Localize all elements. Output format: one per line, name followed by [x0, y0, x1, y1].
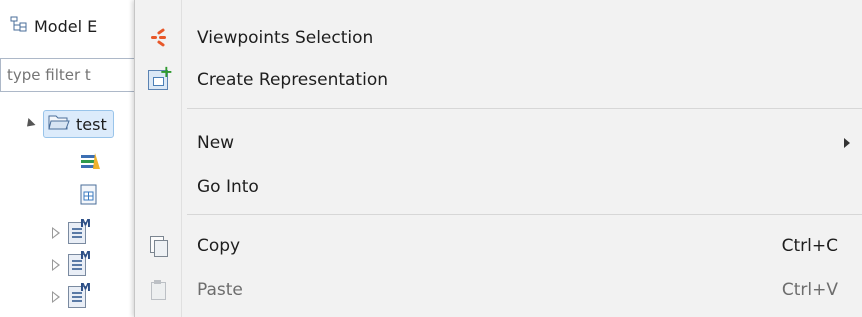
menu-item-create-representation[interactable]: Create Representation — [135, 58, 862, 102]
menu-separator — [187, 214, 862, 215]
view-header[interactable]: Model E — [10, 12, 97, 40]
menu-item-viewpoints-selection[interactable]: Viewpoints Selection — [135, 16, 862, 60]
view-title: Model E — [34, 16, 98, 36]
menu-separator — [187, 108, 862, 109]
menu-item-accelerator: Ctrl+C — [781, 236, 838, 256]
context-menu: Viewpoints Selection Create Representati… — [134, 0, 862, 317]
model-explorer-view: Model E test — [0, 0, 140, 317]
tree-root-label: test — [76, 114, 107, 134]
tree-root-item[interactable]: test — [23, 110, 114, 138]
menu-item-copy[interactable]: Copy Ctrl+C — [135, 224, 862, 268]
menu-item-new[interactable]: New — [135, 121, 862, 165]
menu-item-paste[interactable]: Paste Ctrl+V — [135, 268, 862, 312]
folder-icon — [48, 113, 70, 135]
model-explorer-icon — [10, 16, 28, 36]
tree-item-aird[interactable] — [80, 151, 102, 175]
menu-item-label: Go Into — [197, 177, 259, 197]
model-file-icon: M — [68, 249, 91, 276]
menu-item-label: Create Representation — [197, 70, 389, 90]
expand-icon[interactable] — [52, 291, 60, 303]
tree-item-model-1[interactable]: M — [52, 217, 91, 244]
tree-root-selection[interactable]: test — [43, 110, 114, 138]
diagram-file-icon — [80, 184, 98, 210]
tree-item-model-2[interactable]: M — [52, 249, 91, 276]
paste-icon — [150, 280, 166, 300]
expand-icon[interactable] — [52, 227, 60, 239]
filter-input[interactable] — [0, 58, 140, 92]
create-representation-icon — [148, 62, 173, 90]
menu-item-label: Viewpoints Selection — [197, 28, 374, 48]
model-file-icon: M — [68, 281, 91, 308]
representations-icon — [80, 151, 102, 175]
menu-item-label: Copy — [197, 236, 241, 256]
menu-item-accelerator: Ctrl+V — [781, 280, 838, 300]
menu-item-label: Paste — [197, 280, 243, 300]
viewpoints-icon — [149, 27, 167, 48]
collapse-toggle-icon[interactable] — [23, 117, 36, 131]
menu-item-label: New — [197, 133, 235, 153]
submenu-arrow-icon — [844, 138, 850, 148]
model-file-icon: M — [68, 217, 91, 244]
menu-item-go-into[interactable]: Go Into — [135, 165, 862, 209]
expand-icon[interactable] — [52, 259, 60, 271]
tree-item-diagram[interactable] — [80, 184, 98, 210]
copy-icon — [150, 236, 168, 257]
tree-item-model-3[interactable]: M — [52, 281, 91, 308]
